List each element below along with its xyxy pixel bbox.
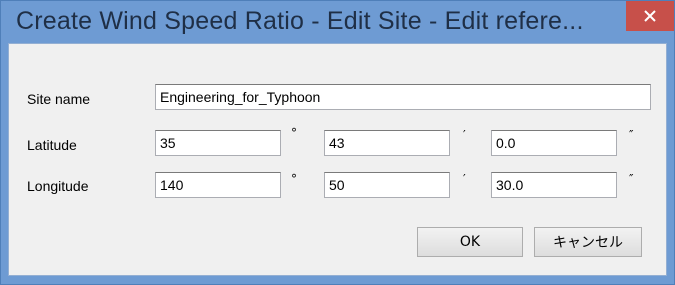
latitude-degrees-input[interactable]: 35 xyxy=(155,130,281,156)
longitude-degrees-input[interactable]: 140 xyxy=(155,172,281,198)
degree-symbol: ° xyxy=(291,172,297,186)
degree-symbol: ° xyxy=(291,126,297,140)
latitude-seconds-input[interactable]: 0.0 xyxy=(491,130,617,156)
dialog-body: Site name Engineering_for_Typhoon Latitu… xyxy=(8,43,667,276)
close-icon xyxy=(644,10,656,22)
longitude-label: Longitude xyxy=(27,178,89,194)
close-button[interactable] xyxy=(626,1,674,31)
ok-button[interactable]: OK xyxy=(417,227,523,257)
minute-symbol: ′ xyxy=(463,128,466,142)
dialog-window: Create Wind Speed Ratio - Edit Site - Ed… xyxy=(0,0,675,285)
longitude-minutes-input[interactable]: 50 xyxy=(324,172,450,198)
latitude-minutes-input[interactable]: 43 xyxy=(324,130,450,156)
second-symbol: ″ xyxy=(629,128,634,142)
title-bar[interactable]: Create Wind Speed Ratio - Edit Site - Ed… xyxy=(1,1,674,43)
minute-symbol: ′ xyxy=(463,172,466,186)
window-title: Create Wind Speed Ratio - Edit Site - Ed… xyxy=(16,7,584,35)
site-name-input[interactable]: Engineering_for_Typhoon xyxy=(155,84,651,110)
cancel-button[interactable]: キャンセル xyxy=(534,227,642,257)
longitude-seconds-input[interactable]: 30.0 xyxy=(491,172,617,198)
second-symbol: ″ xyxy=(629,172,634,186)
site-name-label: Site name xyxy=(27,91,91,107)
latitude-label: Latitude xyxy=(27,137,77,153)
